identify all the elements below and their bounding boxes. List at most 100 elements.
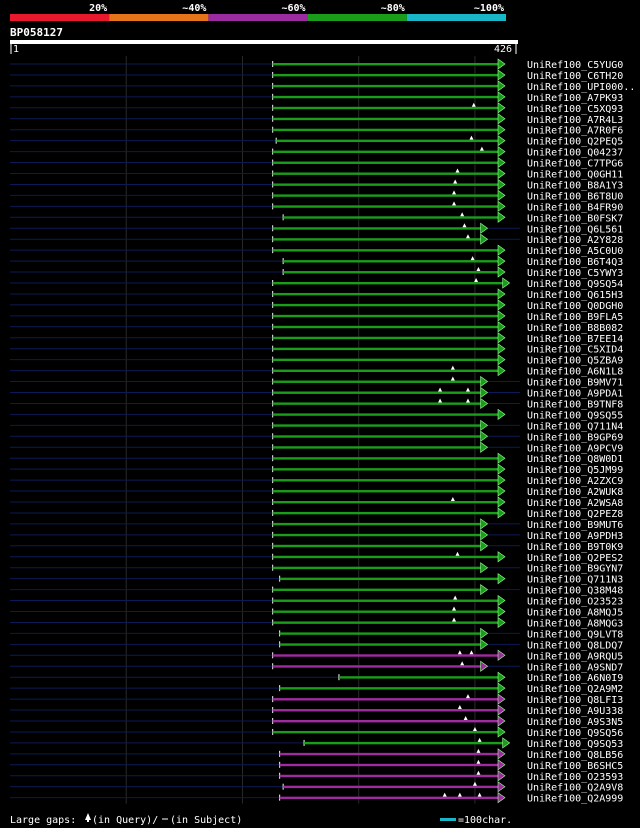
hit-row[interactable]: UniRef100_Q9SQ56 xyxy=(10,726,623,739)
hit-row[interactable]: UniRef100_A5C0U0 xyxy=(10,244,623,257)
hit-label[interactable]: UniRef100_Q2A999 xyxy=(527,794,623,805)
hit-label[interactable]: UniRef100_Q8LFI3 xyxy=(527,695,623,706)
hit-row[interactable]: UniRef100_B9GP69 xyxy=(10,430,623,443)
hit-row[interactable]: UniRef100_A8MQG3 xyxy=(10,616,623,629)
hit-row[interactable]: UniRef100_Q9LVT8 xyxy=(10,627,623,640)
hit-label[interactable]: UniRef100_A9U338 xyxy=(527,706,623,717)
hit-label[interactable]: UniRef100_Q2A9M2 xyxy=(527,684,623,695)
hit-row[interactable]: UniRef100_Q2A9V8 xyxy=(10,781,623,794)
hit-row[interactable]: UniRef100_Q8LDQ7 xyxy=(10,638,623,651)
hit-row[interactable]: UniRef100_B9T0K9 xyxy=(10,540,623,553)
hit-label[interactable]: UniRef100_Q6L561 xyxy=(527,224,623,235)
hit-label[interactable]: UniRef100_Q711N3 xyxy=(527,575,623,586)
hit-row[interactable]: UniRef100_A2WUK8 xyxy=(10,485,623,498)
hit-label[interactable]: UniRef100_B6T8U0 xyxy=(527,191,623,202)
hit-row[interactable]: UniRef100_Q6L561 xyxy=(10,222,623,235)
hit-row[interactable]: UniRef100_A9U338 xyxy=(10,704,623,717)
hit-row[interactable]: UniRef100_B6SHC5 xyxy=(10,759,623,772)
hit-row[interactable]: UniRef100_Q9SQ54 xyxy=(10,277,623,290)
hit-row[interactable]: UniRef100_A2Y828 xyxy=(10,233,623,246)
hit-label[interactable]: UniRef100_B9GP69 xyxy=(527,432,623,443)
hit-row[interactable]: UniRef100_A7PK93 xyxy=(10,91,623,104)
hit-row[interactable]: UniRef100_A2WSA8 xyxy=(10,496,623,509)
hit-row[interactable]: UniRef100_Q0DGH0 xyxy=(10,299,623,312)
hit-label[interactable]: UniRef100_B8A1Y3 xyxy=(527,180,623,191)
hit-label[interactable]: UniRef100_Q711N4 xyxy=(527,421,623,432)
hit-row[interactable]: UniRef100_Q5ZBA9 xyxy=(10,354,623,367)
hit-label[interactable]: UniRef100_C7TPG6 xyxy=(527,159,623,170)
hit-label[interactable]: UniRef100_A6N1L8 xyxy=(527,367,623,378)
hit-row[interactable]: UniRef100_A6N0I9 xyxy=(10,671,623,684)
hit-label[interactable]: UniRef100_Q9SQ56 xyxy=(527,728,623,739)
hit-row[interactable]: UniRef100_Q2PEQ5 xyxy=(10,135,623,148)
hit-label[interactable]: UniRef100_A5C0U0 xyxy=(527,246,623,257)
hit-row[interactable]: UniRef100_Q38M48 xyxy=(10,584,623,597)
hit-label[interactable]: UniRef100_C5XQ93 xyxy=(527,104,623,115)
hit-label[interactable]: UniRef100_B8B082 xyxy=(527,323,623,334)
hit-row[interactable]: UniRef100_Q9SQ53 xyxy=(10,737,623,750)
hit-row[interactable]: UniRef100_A7R0F6 xyxy=(10,124,623,137)
hit-row[interactable]: UniRef100_B6T8U0 xyxy=(10,189,623,202)
hit-label[interactable]: UniRef100_A8MQJ5 xyxy=(527,608,623,619)
hit-label[interactable]: UniRef100_Q9SQ54 xyxy=(527,279,623,290)
hit-row[interactable]: UniRef100_Q5JM99 xyxy=(10,463,623,476)
hit-row[interactable]: UniRef100_UPI000.. xyxy=(10,80,635,93)
hit-label[interactable]: UniRef100_A2ZXC9 xyxy=(527,476,623,487)
hit-label[interactable]: UniRef100_Q9LVT8 xyxy=(527,629,623,640)
hit-label[interactable]: UniRef100_Q2PES2 xyxy=(527,553,623,564)
hit-row[interactable]: UniRef100_B9TNF8 xyxy=(10,397,623,410)
hit-row[interactable]: UniRef100_B6T4Q3 xyxy=(10,255,623,268)
hit-label[interactable]: UniRef100_B4FR90 xyxy=(527,202,623,213)
hit-label[interactable]: UniRef100_C5YWY3 xyxy=(527,268,623,279)
hit-row[interactable]: UniRef100_B9MV71 xyxy=(10,375,623,389)
hit-label[interactable]: UniRef100_B7EE14 xyxy=(527,334,623,345)
hit-row[interactable]: UniRef100_A9PCV9 xyxy=(10,441,623,454)
hit-label[interactable]: UniRef100_A2WUK8 xyxy=(527,487,623,498)
hit-label[interactable]: UniRef100_Q9SQ55 xyxy=(527,410,623,421)
hit-row[interactable]: UniRef100_Q615H3 xyxy=(10,288,623,301)
hit-row[interactable]: UniRef100_A8MQJ5 xyxy=(10,605,623,619)
hit-row[interactable]: UniRef100_B9MUT6 xyxy=(10,518,623,531)
hit-label[interactable]: UniRef100_A9SND7 xyxy=(527,662,623,673)
hit-row[interactable]: UniRef100_Q711N4 xyxy=(10,419,623,432)
hit-label[interactable]: UniRef100_A7PK93 xyxy=(527,93,623,104)
hit-label[interactable]: UniRef100_Q38M48 xyxy=(527,586,623,597)
hit-label[interactable]: UniRef100_C5XID4 xyxy=(527,345,623,356)
hit-row[interactable]: UniRef100_C5XQ93 xyxy=(10,102,623,115)
hit-label[interactable]: UniRef100_Q2A9V8 xyxy=(527,783,623,794)
hit-row[interactable]: UniRef100_A9RQU5 xyxy=(10,649,623,662)
hit-row[interactable]: UniRef100_A9S3N5 xyxy=(10,715,623,728)
hit-label[interactable]: UniRef100_A9PCV9 xyxy=(527,443,623,454)
hit-row[interactable]: UniRef100_C5YUG0 xyxy=(10,58,623,71)
hit-row[interactable]: UniRef100_O23593 xyxy=(10,770,623,783)
hit-label[interactable]: UniRef100_Q5JM99 xyxy=(527,465,623,476)
hit-label[interactable]: UniRef100_A7R4L3 xyxy=(527,115,623,126)
hit-row[interactable]: UniRef100_B7EE14 xyxy=(10,332,623,345)
hit-label[interactable]: UniRef100_Q2PEQ5 xyxy=(527,137,623,148)
hit-row[interactable]: UniRef100_B8A1Y3 xyxy=(10,178,623,191)
hit-label[interactable]: UniRef100_B9TNF8 xyxy=(527,399,623,410)
hit-label[interactable]: UniRef100_A9PDH3 xyxy=(527,531,623,542)
hit-label[interactable]: UniRef100_A8MQG3 xyxy=(527,618,623,629)
hit-row[interactable]: UniRef100_O23523 xyxy=(10,594,623,608)
hit-row[interactable]: UniRef100_A9SND7 xyxy=(10,660,623,673)
hit-label[interactable]: UniRef100_A7R0F6 xyxy=(527,126,623,137)
hit-row[interactable]: UniRef100_B4FR90 xyxy=(10,200,623,213)
hit-label[interactable]: UniRef100_Q8LDQ7 xyxy=(527,640,623,651)
hit-row[interactable]: UniRef100_A9PDH3 xyxy=(10,529,623,542)
hit-label[interactable]: UniRef100_B6SHC5 xyxy=(527,761,623,772)
hit-label[interactable]: UniRef100_Q615H3 xyxy=(527,290,623,301)
hit-label[interactable]: UniRef100_O23593 xyxy=(527,772,623,783)
hit-row[interactable]: UniRef100_Q2A9M2 xyxy=(10,682,623,695)
hit-label[interactable]: UniRef100_A2Y828 xyxy=(527,235,623,246)
hit-row[interactable]: UniRef100_A2ZXC9 xyxy=(10,474,623,487)
hit-row[interactable]: UniRef100_B0FSK7 xyxy=(10,211,623,224)
hit-label[interactable]: UniRef100_B9T0K9 xyxy=(527,542,623,553)
hit-label[interactable]: UniRef100_B9GYN7 xyxy=(527,564,623,575)
hit-label[interactable]: UniRef100_Q0GH11 xyxy=(527,170,623,181)
hit-row[interactable]: UniRef100_Q9SQ55 xyxy=(10,408,623,421)
hit-label[interactable]: UniRef100_UPI000.. xyxy=(527,82,635,93)
hit-label[interactable]: UniRef100_Q5ZBA9 xyxy=(527,356,623,367)
hit-row[interactable]: UniRef100_Q2A999 xyxy=(10,792,623,805)
hit-row[interactable]: UniRef100_C5YWY3 xyxy=(10,266,623,279)
